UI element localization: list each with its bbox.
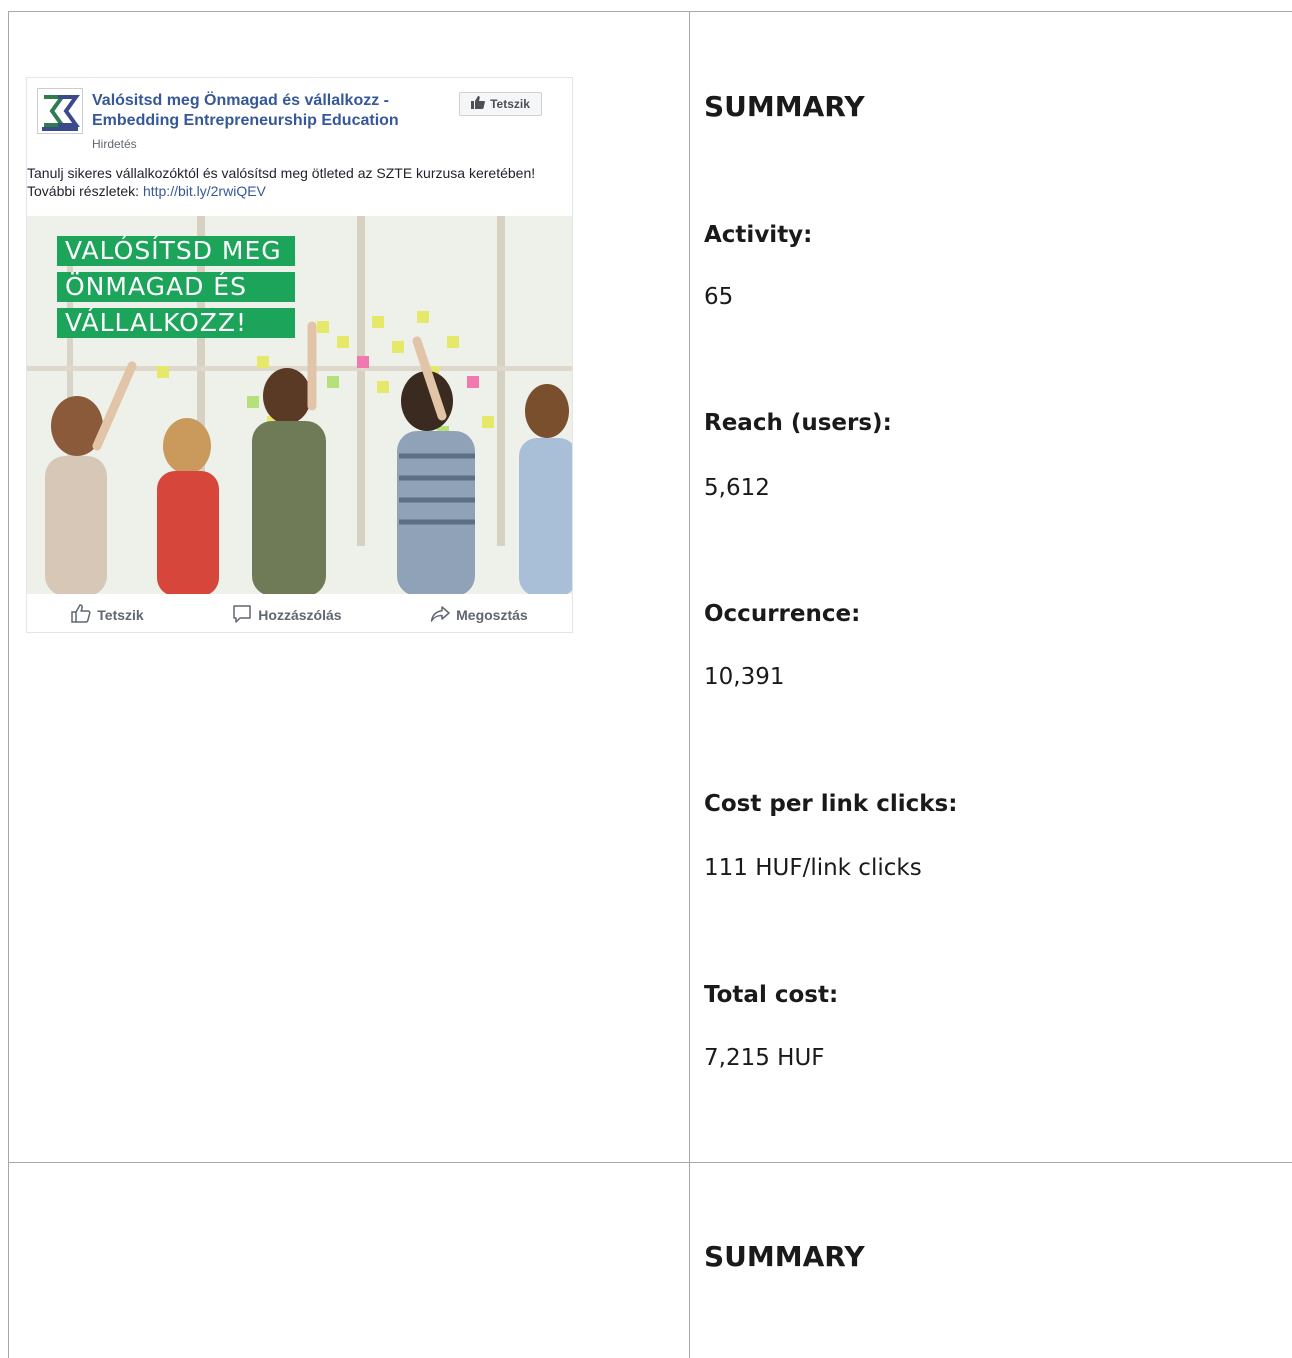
like-page-label: Tetszik <box>490 97 530 111</box>
ad-action-bar: Tetszik Hozzászólás Megosztás <box>27 600 572 630</box>
ad-url-link[interactable]: http://bit.ly/2rwiQEV <box>143 183 266 199</box>
summary-heading: SUMMARY <box>704 90 865 123</box>
table-row-divider <box>8 1162 1292 1163</box>
table-top-border <box>8 11 1292 12</box>
comment-action-label: Hozzászólás <box>258 607 342 623</box>
reach-label: Reach (users): <box>704 410 892 436</box>
occurrence-value: 10,391 <box>704 664 785 690</box>
share-action-label: Megosztás <box>456 607 528 623</box>
sponsored-label: Hirdetés <box>92 137 137 151</box>
cost-per-click-label: Cost per link clicks: <box>704 791 958 817</box>
table-column-divider <box>689 11 690 1358</box>
thumbs-up-outline-icon <box>71 604 91 626</box>
activity-value: 65 <box>704 284 734 310</box>
page-name-link[interactable]: Valósitsd meg Önmagad és vállalkozz - Em… <box>92 91 422 131</box>
like-action-label: Tetszik <box>97 607 144 623</box>
summary-heading-2: SUMMARY <box>704 1240 865 1273</box>
ad-image[interactable]: VALÓSÍTSD MEG ÖNMAGAD ÉS VÁLLALKOZZ! <box>27 216 572 594</box>
table-left-border <box>8 11 9 1358</box>
total-cost-label: Total cost: <box>704 982 839 1008</box>
facebook-ad-card: Valósitsd meg Önmagad és vállalkozz - Em… <box>26 77 573 633</box>
page-logo-icon <box>37 88 83 134</box>
banner-line-3: VÁLLALKOZZ! <box>57 308 295 338</box>
like-action-button[interactable]: Tetszik <box>71 604 144 626</box>
comment-icon <box>232 604 252 626</box>
occurrence-label: Occurrence: <box>704 601 861 627</box>
share-icon <box>430 605 450 626</box>
banner-line-1: VALÓSÍTSD MEG <box>57 236 295 266</box>
thumbs-up-icon <box>471 96 485 112</box>
reach-value: 5,612 <box>704 475 770 501</box>
activity-label: Activity: <box>704 222 813 248</box>
ad-body-text: Tanulj sikeres vállalkozóktól és valósít… <box>27 164 567 200</box>
banner-line-2: ÖNMAGAD ÉS <box>57 272 295 302</box>
share-action-button[interactable]: Megosztás <box>430 605 528 626</box>
like-page-button[interactable]: Tetszik <box>459 92 542 116</box>
comment-action-button[interactable]: Hozzászólás <box>232 604 342 626</box>
cost-per-click-value: 111 HUF/link clicks <box>704 855 922 881</box>
total-cost-value: 7,215 HUF <box>704 1045 825 1071</box>
ad-body: Tanulj sikeres vállalkozóktól és valósít… <box>27 165 536 199</box>
